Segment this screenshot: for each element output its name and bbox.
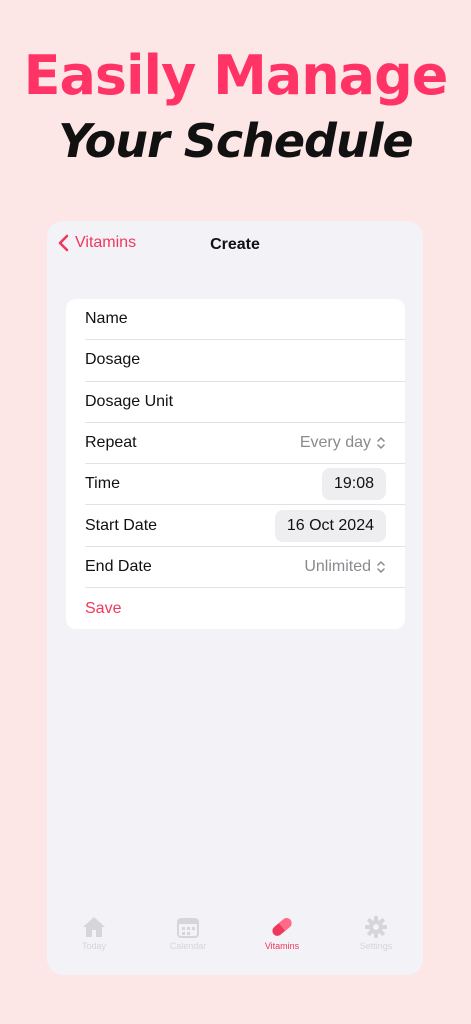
create-form: Name Dosage Dosage Unit Repeat Every day… — [66, 299, 405, 630]
tab-label: Settings — [359, 941, 393, 951]
save-row: Save — [85, 588, 405, 629]
navigation-bar: Vitamins Create — [47, 221, 423, 271]
promo-subline: Your Schedule — [58, 114, 413, 168]
save-button[interactable]: Save — [85, 600, 121, 618]
repeat-select[interactable]: Every day — [300, 434, 386, 452]
end-date-value: Unlimited — [304, 557, 371, 575]
gear-icon — [365, 916, 387, 938]
dosage-field[interactable]: Dosage — [85, 340, 405, 382]
dosage-label: Dosage — [85, 351, 141, 369]
repeat-label: Repeat — [85, 434, 137, 452]
repeat-row: Repeat Every day — [85, 423, 405, 465]
chevron-up-down-icon — [377, 437, 385, 449]
time-picker[interactable]: 19:08 — [321, 468, 386, 501]
pill-icon — [272, 918, 292, 936]
start-date-row: Start Date 16 Oct 2024 — [85, 505, 405, 547]
tab-label: Today — [81, 941, 107, 951]
promo-headline: Easily Manage — [23, 44, 449, 107]
tab-label: Calendar — [169, 941, 207, 951]
name-label: Name — [85, 310, 128, 328]
tab-label: Vitamins — [264, 941, 300, 951]
tab-settings[interactable]: Settings — [329, 915, 423, 951]
house-icon — [83, 917, 105, 937]
start-date-label: Start Date — [85, 516, 158, 534]
start-date-picker[interactable]: 16 Oct 2024 — [274, 509, 386, 542]
dosage-unit-field[interactable]: Dosage Unit — [85, 382, 405, 423]
end-date-label: End Date — [85, 557, 152, 575]
tab-vitamins[interactable]: Vitamins — [235, 915, 329, 951]
tab-bar: Today Calendar Vitamins Settings — [47, 913, 423, 975]
time-label: Time — [85, 475, 120, 493]
end-date-select[interactable]: Unlimited — [304, 558, 386, 576]
dosage-unit-label: Dosage Unit — [85, 392, 174, 410]
time-row: Time 19:08 — [85, 464, 405, 506]
repeat-value: Every day — [299, 434, 371, 452]
app-screen: Vitamins Create Name Dosage Dosage Unit … — [47, 221, 423, 975]
page-title: Create — [210, 236, 260, 253]
end-date-row: End Date Unlimited — [85, 547, 405, 589]
name-field[interactable]: Name — [85, 299, 405, 341]
tab-calendar[interactable]: Calendar — [141, 915, 235, 951]
chevron-up-down-icon — [377, 561, 385, 573]
calendar-icon — [177, 918, 199, 938]
tab-today[interactable]: Today — [47, 915, 141, 951]
